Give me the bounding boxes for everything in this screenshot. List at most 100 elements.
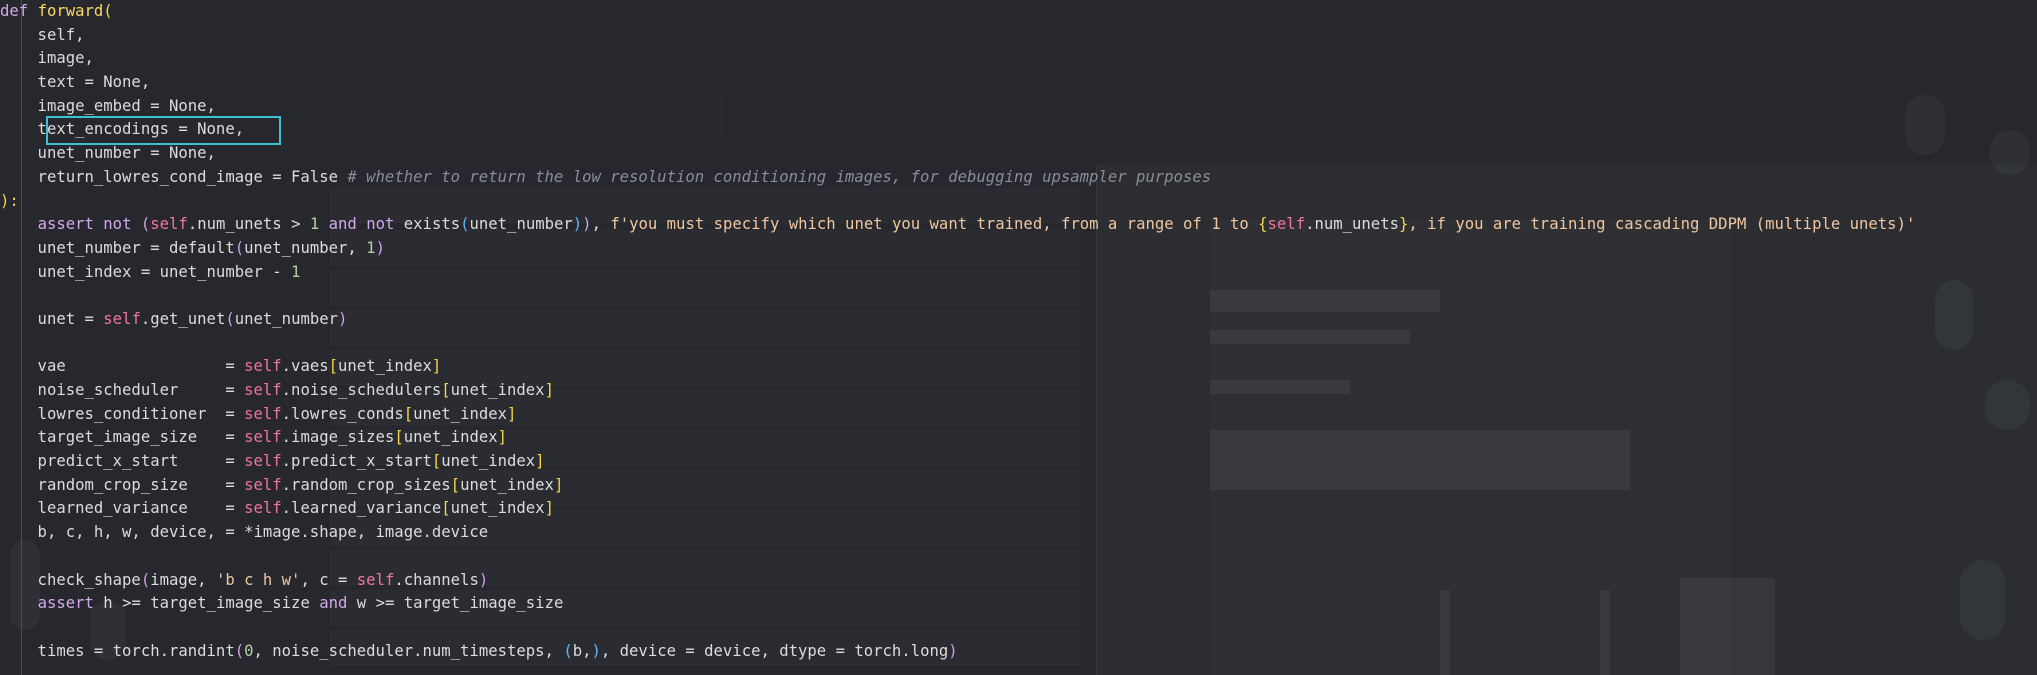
code-token: unet_index: [450, 381, 545, 399]
code-token: unet_number = default: [0, 238, 235, 257]
code-token: unet_index: [413, 404, 508, 423]
code-token: .predict_x_start: [281, 452, 432, 471]
code-token: lowres_conditioner =: [0, 404, 245, 423]
code-token: (: [460, 215, 470, 234]
code-token: ]: [497, 428, 508, 447]
code-token: [: [403, 404, 414, 423]
code-line: unet_index = unet_number - 1: [0, 261, 1915, 285]
code-token: unet =: [0, 309, 104, 328]
code-line: unet_number = None,: [0, 142, 1915, 166]
code-token: not: [103, 215, 132, 234]
code-token: .get_unet: [140, 309, 226, 328]
code-token: , c =: [300, 570, 357, 589]
code-token: ): [948, 641, 958, 660]
code-token: [: [441, 499, 451, 518]
code-token: self: [356, 570, 395, 589]
code-token: ): [478, 570, 489, 589]
code-token: w >= target_image_size: [347, 594, 564, 613]
code-token: assert: [37, 215, 94, 234]
code-line: assert not (self.num_unets > 1 and not e…: [0, 213, 1916, 237]
code-editor[interactable]: def forward( self, image, text = None, i…: [0, 0, 1915, 663]
code-token: exists: [394, 215, 461, 234]
code-token: ]: [431, 357, 442, 376]
code-token: , if you are training cascading DDPM (mu…: [1408, 215, 1916, 234]
code-token: (: [563, 641, 573, 660]
code-token: h >= target_image_size: [93, 594, 320, 613]
code-token: unet_index = unet_number -: [0, 262, 292, 281]
code-line: lowres_conditioner = self.lowres_conds[u…: [0, 403, 1915, 427]
code-token: not: [366, 215, 395, 234]
code-token: [: [441, 381, 451, 399]
code-token: b, c, h, w, device, = *image.shape, imag…: [0, 523, 489, 542]
code-line: self,: [0, 24, 1915, 48]
code-token: unet_number,: [244, 238, 367, 257]
code-line: vae = self.vaes[unet_index]: [0, 355, 1915, 379]
code-token: unet_index: [441, 452, 536, 471]
code-line: image,: [0, 47, 1915, 71]
code-token: (: [234, 238, 245, 257]
code-token: ): [375, 238, 385, 257]
code-token: ]: [544, 381, 554, 399]
code-token: self: [244, 428, 282, 447]
code-token: def: [0, 2, 29, 20]
code-token: ,: [591, 215, 611, 234]
code-token: 1: [291, 262, 301, 281]
code-token: vae =: [0, 357, 245, 376]
code-token: 0: [244, 641, 254, 660]
code-line: ):: [0, 190, 1915, 214]
code-line: text_encodings = None,: [0, 118, 1915, 142]
code-token: text = None,: [0, 73, 151, 92]
code-token: check_shape: [0, 570, 141, 589]
code-token: unet_index: [460, 475, 554, 494]
code-token: ): [572, 215, 583, 234]
code-token: [: [431, 452, 442, 471]
code-token: image_embed = None,: [0, 96, 216, 115]
code-token: return_lowres_cond_image = False: [0, 167, 348, 186]
code-line: random_crop_size = self.random_crop_size…: [0, 474, 1915, 498]
code-token: unet_index: [338, 357, 432, 376]
code-token: self: [244, 404, 282, 423]
code-token: ):: [0, 191, 19, 210]
code-token: self: [244, 452, 282, 471]
code-token: self: [1267, 215, 1306, 234]
code-token: and: [319, 594, 348, 613]
code-line: unet = self.get_unet(unet_number): [0, 308, 1915, 332]
code-token: .lowres_conds: [281, 404, 404, 423]
code-token: predict_x_start =: [0, 452, 245, 471]
code-token: 1: [366, 238, 376, 257]
code-token: , device = device, dtype = torch.long: [600, 641, 949, 660]
code-token: (: [140, 215, 151, 234]
code-token: unet_number: [469, 215, 573, 234]
code-token: ): [591, 641, 601, 660]
code-token: f'you must specify which unet you want t…: [610, 215, 1259, 234]
code-token: self: [103, 309, 141, 328]
code-token: [: [394, 428, 404, 447]
code-token: unet_index: [403, 428, 498, 447]
code-token: ): [582, 215, 592, 234]
code-line: predict_x_start = self.predict_x_start[u…: [0, 450, 1915, 474]
code-token: self: [244, 475, 282, 494]
code-token: .vaes: [281, 357, 329, 376]
code-line: def forward(: [0, 0, 1915, 24]
code-token: self: [244, 357, 282, 376]
code-token: , noise_scheduler.num_timesteps,: [253, 641, 564, 660]
code-token: forward: [37, 2, 104, 20]
code-token: self,: [0, 25, 85, 44]
code-line: check_shape(image, 'b c h w', c = self.c…: [0, 569, 1915, 593]
code-token: {: [1258, 215, 1268, 234]
code-token: unet_index: [450, 499, 545, 518]
code-token: ]: [535, 452, 545, 471]
code-token: ]: [553, 475, 564, 494]
code-token: times = torch.randint: [0, 641, 235, 660]
code-token: (: [234, 641, 245, 660]
code-token: and: [328, 215, 357, 234]
code-token: }: [1398, 215, 1409, 234]
code-token: .num_unets: [1305, 215, 1399, 234]
code-token: learned_variance =: [0, 499, 245, 518]
